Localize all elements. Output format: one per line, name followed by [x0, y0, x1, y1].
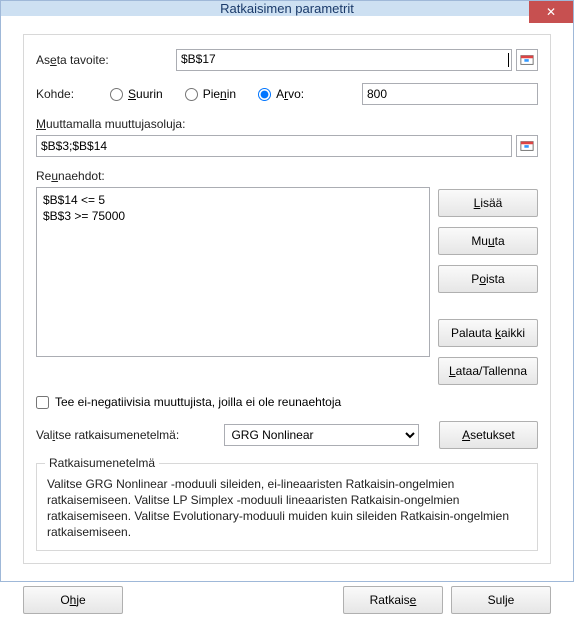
close-button[interactable]: ✕ — [529, 1, 573, 23]
close-dialog-button[interactable]: Sulje — [451, 586, 551, 614]
variables-picker-button[interactable] — [516, 135, 538, 157]
variables-label: Muuttamalla muuttujasoluja: — [36, 117, 538, 131]
group-text: Valitse GRG Nonlinear -moduuli sileiden,… — [47, 476, 527, 540]
cell-reference-icon — [520, 53, 534, 67]
help-button[interactable]: Ohje — [23, 586, 123, 614]
nonneg-checkbox[interactable] — [36, 396, 49, 409]
titlebar: Ratkaisimen parametrit ✕ — [1, 1, 573, 16]
target-label: Kohde: — [36, 87, 92, 101]
nonneg-label: Tee ei-negatiivisia muuttujista, joilla … — [55, 395, 341, 409]
radio-min[interactable]: Pienin — [185, 87, 236, 101]
dialog-content: Aseta tavoite: $B$17 Kohde: Suurin Pieni… — [1, 16, 573, 586]
method-label: Valitse ratkaisumenetelmä: — [36, 428, 214, 442]
change-button[interactable]: Muuta — [438, 227, 538, 255]
options-button[interactable]: Asetukset — [439, 421, 538, 449]
objective-input[interactable]: $B$17 — [176, 49, 512, 71]
constraint-buttons: Lisää Muuta Poista Palauta kaikki Lataa/… — [438, 187, 538, 385]
close-icon: ✕ — [546, 5, 556, 19]
window-title: Ratkaisimen parametrit — [1, 1, 573, 16]
add-button[interactable]: Lisää — [438, 189, 538, 217]
method-row: Valitse ratkaisumenetelmä: GRG Nonlinear… — [36, 421, 538, 449]
group-title: Ratkaisumenetelmä — [45, 456, 159, 470]
target-row: Kohde: Suurin Pienin Arvo: — [36, 83, 538, 105]
solver-window: Ratkaisimen parametrit ✕ Aseta tavoite: … — [0, 0, 574, 582]
solve-button[interactable]: Ratkaise — [343, 586, 443, 614]
load-save-button[interactable]: Lataa/Tallenna — [438, 357, 538, 385]
radio-min-input[interactable] — [185, 88, 198, 101]
constraints-area: $B$14 <= 5 $B$3 >= 75000 Lisää Muuta Poi… — [36, 187, 538, 385]
cell-reference-icon — [520, 139, 534, 153]
constraints-listbox[interactable]: $B$14 <= 5 $B$3 >= 75000 — [36, 187, 430, 357]
method-select[interactable]: GRG Nonlinear — [224, 424, 418, 446]
delete-button[interactable]: Poista — [438, 265, 538, 293]
nonneg-checkbox-row[interactable]: Tee ei-negatiivisia muuttujista, joilla … — [36, 395, 538, 409]
objective-row: Aseta tavoite: $B$17 — [36, 49, 538, 71]
bottom-buttons: Ohje Ratkaise Sulje — [1, 586, 573, 630]
constraint-line[interactable]: $B$14 <= 5 — [43, 192, 423, 208]
objective-label: Aseta tavoite: — [36, 53, 176, 67]
radio-value-input[interactable] — [258, 88, 271, 101]
radio-max[interactable]: Suurin — [110, 87, 163, 101]
reset-all-button[interactable]: Palauta kaikki — [438, 319, 538, 347]
radio-value[interactable]: Arvo: — [258, 87, 304, 101]
variables-row — [36, 135, 538, 157]
target-radio-group: Suurin Pienin Arvo: — [110, 87, 304, 101]
variables-input[interactable] — [36, 135, 512, 157]
method-description-group: Ratkaisumenetelmä Valitse GRG Nonlinear … — [36, 463, 538, 551]
objective-picker-button[interactable] — [516, 49, 538, 71]
inner-panel: Aseta tavoite: $B$17 Kohde: Suurin Pieni… — [23, 34, 551, 564]
radio-max-input[interactable] — [110, 88, 123, 101]
constraint-line[interactable]: $B$3 >= 75000 — [43, 208, 423, 224]
constraints-label: Reunaehdot: — [36, 169, 538, 183]
target-value-input[interactable] — [362, 83, 538, 105]
